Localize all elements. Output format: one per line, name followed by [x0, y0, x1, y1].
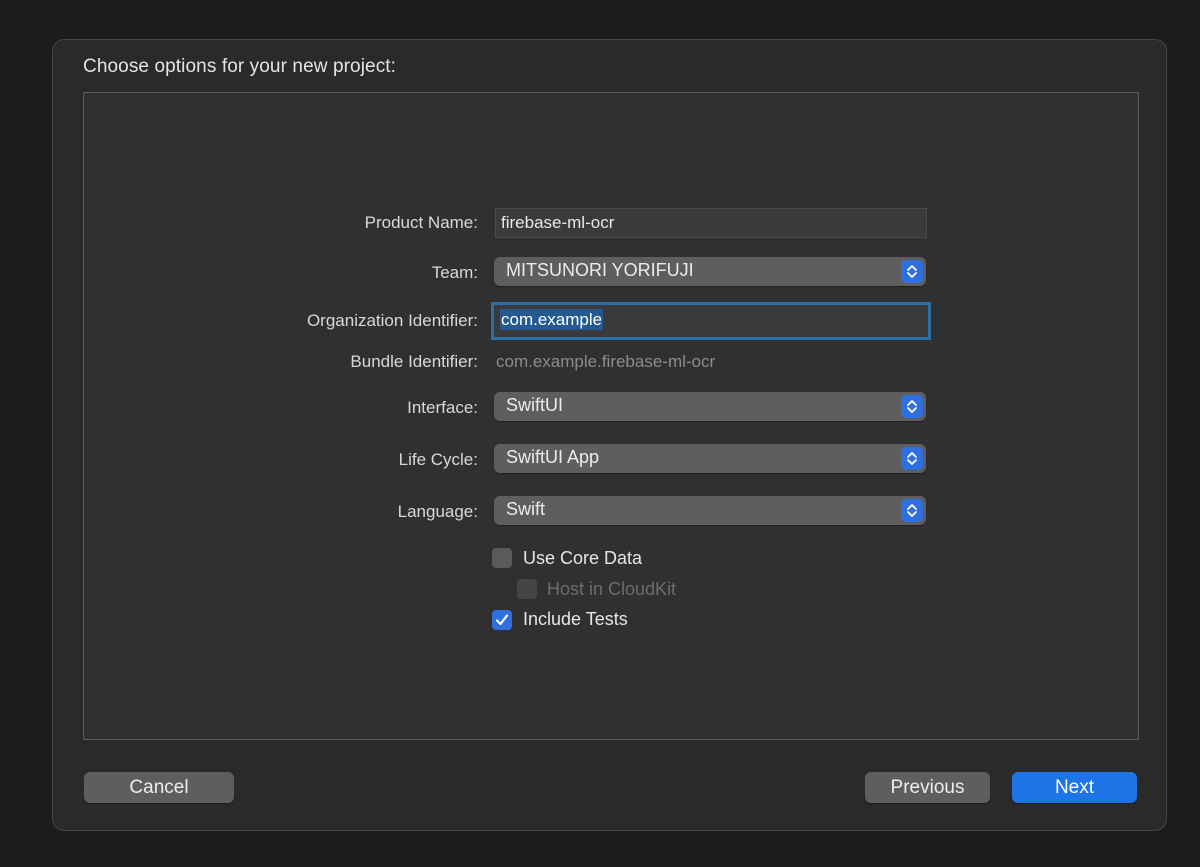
chevron-up-down-icon — [901, 499, 923, 522]
bundle-identifier-label: Bundle Identifier: — [350, 352, 478, 371]
bundle-identifier-value: com.example.firebase-ml-ocr — [496, 352, 716, 371]
new-project-options-sheet: Choose options for your new project: Pro… — [52, 39, 1167, 831]
organization-identifier-label: Organization Identifier: — [306, 311, 478, 330]
host-in-cloudkit-checkbox — [517, 579, 537, 599]
include-tests-checkbox[interactable] — [492, 610, 512, 630]
language-label: Language: — [397, 502, 478, 521]
include-tests-label: Include Tests — [523, 609, 628, 629]
product-name-label: Product Name: — [364, 213, 478, 232]
life-cycle-popup[interactable]: SwiftUI App — [494, 444, 926, 473]
team-label: Team: — [431, 263, 478, 282]
product-name-field[interactable]: firebase-ml-ocr — [495, 208, 927, 238]
language-popup[interactable]: Swift — [494, 496, 926, 525]
chevron-up-down-icon — [901, 447, 923, 470]
sheet-title: Choose options for your new project: — [83, 56, 397, 77]
team-popup[interactable]: MITSUNORI YORIFUJI — [494, 257, 926, 286]
chevron-up-down-icon — [901, 260, 923, 283]
cancel-button[interactable]: Cancel — [84, 772, 234, 803]
previous-button[interactable]: Previous — [865, 772, 990, 803]
host-in-cloudkit-label: Host in CloudKit — [547, 579, 677, 599]
team-popup-value: MITSUNORI YORIFUJI — [506, 260, 694, 280]
chevron-up-down-icon — [901, 395, 923, 418]
language-popup-value: Swift — [506, 499, 546, 519]
organization-identifier-field[interactable]: com.example — [491, 302, 931, 340]
use-core-data-checkbox[interactable] — [492, 548, 512, 568]
next-button[interactable]: Next — [1012, 772, 1137, 803]
life-cycle-popup-value: SwiftUI App — [506, 447, 600, 467]
interface-popup-value: SwiftUI — [506, 395, 564, 415]
interface-label: Interface: — [407, 398, 478, 417]
organization-identifier-value: com.example — [500, 309, 604, 330]
checkmark-icon — [495, 614, 509, 626]
options-panel: Product Name: firebase-ml-ocr Team: MITS… — [83, 92, 1139, 740]
interface-popup[interactable]: SwiftUI — [494, 392, 926, 421]
use-core-data-label: Use Core Data — [523, 548, 643, 568]
life-cycle-label: Life Cycle: — [398, 450, 478, 469]
